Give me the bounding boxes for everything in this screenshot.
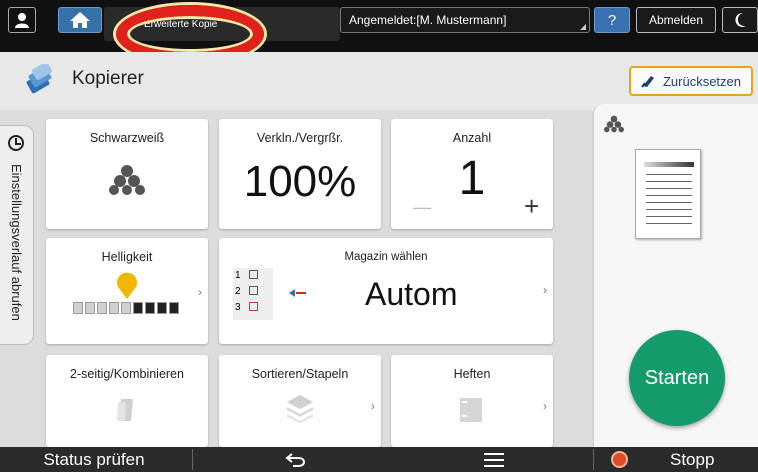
tray-1: 1 [235,270,258,281]
quantity-tile[interactable]: Anzahl 1 — + [391,119,553,229]
top-bar: Erweiterte Kopie Angemeldet:[M. Musterma… [0,0,758,52]
history-tab[interactable]: Einstellungsverlauf abrufen [0,125,34,345]
density-segment [97,302,107,314]
density-segment [169,302,179,314]
tab-extended-copy-label: Erweiterte Kopie [144,18,218,30]
color-mode-preview-icon [604,115,624,133]
home-icon [70,12,90,28]
duplex-label: 2-seitig/Kombinieren [70,367,184,381]
sort-chevron-icon: › [371,399,375,413]
login-status-label: Angemeldet:[M. Mustermann] [349,13,507,27]
tray-2: 2 [235,286,258,297]
density-marker-icon [117,272,137,299]
logout-button[interactable]: Abmelden [636,7,716,33]
paper-tray-label: Magazin wählen [344,251,428,263]
back-button[interactable] [196,447,396,472]
check-status-label: Status prüfen [43,449,145,469]
density-segment [121,302,131,314]
staple-icon [460,398,482,422]
quantity-label: Anzahl [452,131,492,145]
check-status-button[interactable]: Status prüfen [0,447,188,472]
app-header: Kopierer Zurücksetzen [0,52,758,110]
menu-icon [484,452,504,467]
clock-icon [8,135,24,151]
density-chevron-icon: › [198,285,202,299]
reset-eraser-icon [641,76,654,88]
preview-panel: Starten [593,104,758,447]
density-label: Helligkeit [101,250,153,264]
density-segment [85,302,95,314]
history-tab-label: Einstellungsverlauf abrufen [9,164,24,321]
stop-icon [611,451,628,468]
user-icon [15,13,29,28]
quantity-increase-button[interactable]: + [524,191,539,222]
stop-button[interactable]: Stopp [595,447,758,472]
start-label: Starten [644,366,710,389]
copier-app-icon [26,64,53,94]
density-segment [133,302,143,314]
color-mode-tile[interactable]: Schwarzweiß [46,119,208,229]
reset-button[interactable]: Zurücksetzen [629,66,753,96]
bottom-bar: Status prüfen Stopp [0,447,758,472]
sort-label: Sortieren/Stapeln [251,367,349,381]
black-dots-icon [109,165,145,195]
tab-extended-copy[interactable]: Erweiterte Kopie [104,7,340,41]
back-arrow-icon [285,452,305,467]
energy-save-button[interactable] [722,7,758,33]
stop-label: Stopp [670,449,715,469]
start-button[interactable]: Starten [629,330,725,426]
page-title: Kopierer [72,68,144,89]
page-preview [635,149,701,239]
density-tile[interactable]: Helligkeit › [46,238,208,344]
logout-label: Abmelden [648,13,704,27]
duplex-page-icon [117,399,133,421]
tray-list-icon: 1 2 3 [231,266,281,324]
menu-button[interactable] [396,447,592,472]
login-status[interactable]: Angemeldet:[M. Mustermann] [340,7,590,33]
zoom-tile[interactable]: Verkln./Vergrßr. 100% [219,119,381,229]
density-segment [109,302,119,314]
color-mode-label: Schwarzweiß [89,131,165,145]
density-segment [73,302,83,314]
duplex-tile[interactable]: 2-seitig/Kombinieren [46,355,208,447]
resize-corner-icon [580,24,586,30]
paper-tray-chevron-icon: › [543,283,547,297]
staple-chevron-icon: › [543,399,547,413]
sort-tile[interactable]: Sortieren/Stapeln › [219,355,381,447]
density-segment [157,302,167,314]
paper-tray-value: Autom [365,276,458,312]
density-segment [145,302,155,314]
zoom-label: Verkln./Vergrßr. [256,131,344,145]
quantity-decrease-button[interactable]: — [413,197,431,218]
reset-label: Zurücksetzen [662,73,742,89]
help-icon: ? [607,11,617,29]
moon-icon [735,12,746,27]
staple-label: Heften [453,367,491,381]
stack-icon [287,395,313,423]
staple-tile[interactable]: Heften › [391,355,553,447]
home-button[interactable] [58,7,102,33]
paper-tray-tile[interactable]: Magazin wählen 1 2 3 Autom › [219,238,553,344]
user-button[interactable] [8,7,36,33]
density-scale [73,302,179,314]
zoom-value: 100% [243,157,357,206]
help-button[interactable]: ? [594,7,630,33]
tray-3: 3 [235,302,258,313]
